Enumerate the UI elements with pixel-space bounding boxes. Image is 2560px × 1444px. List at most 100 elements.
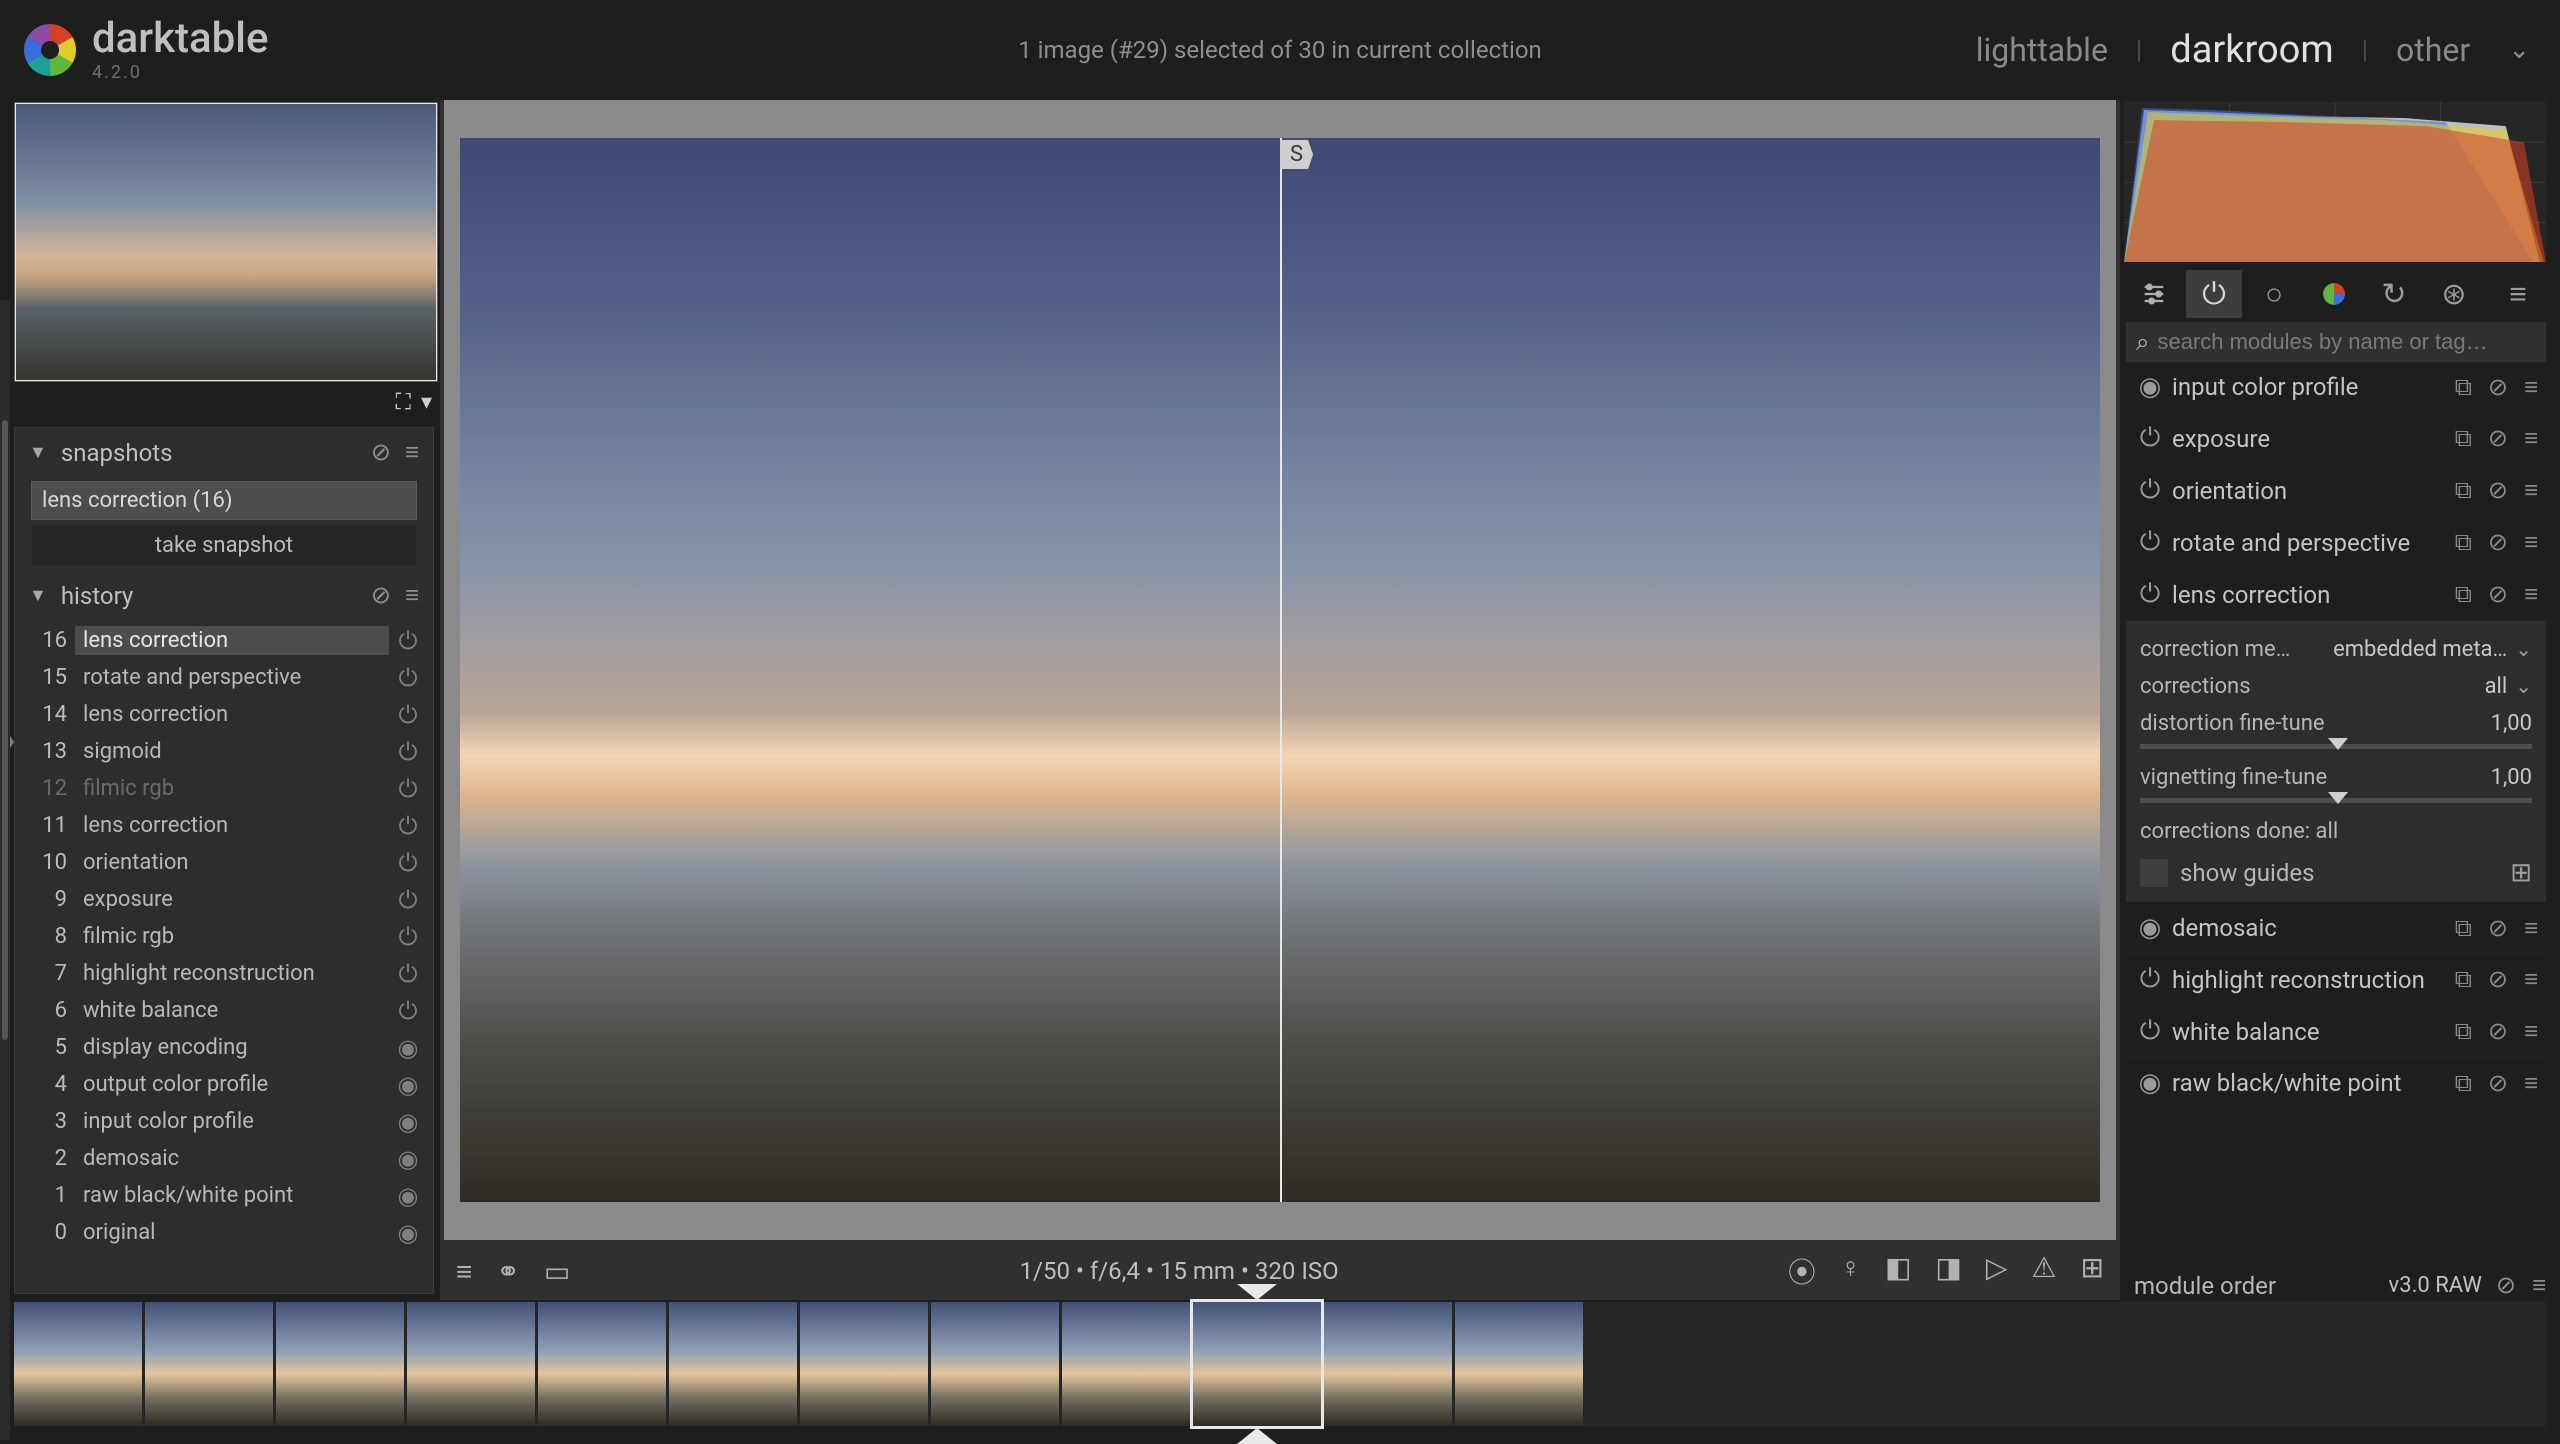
target-icon[interactable]: ◉	[2134, 372, 2166, 402]
history-item[interactable]: 16lens correction⏻	[15, 622, 433, 659]
tab-active-icon[interactable]: ⏻	[2186, 270, 2242, 318]
iso12646-icon[interactable]: ♀	[1840, 1251, 1861, 1291]
module-row[interactable]: ⏻rotate and perspective⧉⊘≡	[2126, 517, 2546, 569]
guides-grid-icon[interactable]: ⊞	[2510, 858, 2532, 888]
tab-base-icon[interactable]: ○	[2246, 270, 2302, 318]
module-row[interactable]: ◉demosaic⧉⊘≡	[2126, 903, 2546, 954]
snapshot-item[interactable]: lens correction (16)	[31, 481, 417, 520]
multi-instance-icon[interactable]: ⧉	[2455, 373, 2472, 402]
presets-icon[interactable]: ≡	[2524, 914, 2538, 943]
filmstrip-thumb[interactable]	[145, 1302, 273, 1426]
gamut-icon[interactable]: ▷	[1986, 1251, 2008, 1291]
reset-icon[interactable]: ⊘	[2488, 965, 2508, 994]
history-item[interactable]: 9exposure⏻	[15, 881, 433, 918]
softproof-icon[interactable]: ⚠	[2031, 1251, 2056, 1291]
power-icon[interactable]: ⏻	[393, 923, 423, 951]
filmstrip-thumb[interactable]	[538, 1302, 666, 1426]
history-item[interactable]: 12filmic rgb⏻	[15, 770, 433, 807]
view-other[interactable]: other	[2396, 31, 2470, 69]
clipping-icon[interactable]: ◨	[1935, 1251, 1961, 1291]
filmstrip-thumb[interactable]	[1324, 1302, 1452, 1426]
filmstrip-thumb[interactable]	[1193, 1302, 1321, 1426]
multi-instance-icon[interactable]: ⧉	[2455, 580, 2472, 609]
history-item[interactable]: 0original◉	[15, 1214, 433, 1251]
filmstrip-thumb[interactable]	[407, 1302, 535, 1426]
power-icon[interactable]: ⏻	[393, 997, 423, 1025]
reset-icon[interactable]: ⊘	[371, 581, 391, 610]
reset-icon[interactable]: ⊘	[2488, 528, 2508, 557]
history-item[interactable]: 6white balance⏻	[15, 992, 433, 1029]
multi-instance-icon[interactable]: ⧉	[2455, 965, 2472, 994]
multi-instance-icon[interactable]: ⧉	[2455, 914, 2472, 943]
target-icon[interactable]: ◉	[2134, 1068, 2166, 1098]
module-row[interactable]: ◉input color profile⧉⊘≡	[2126, 362, 2546, 413]
raw-overexposed-icon[interactable]: ◧	[1885, 1251, 1911, 1291]
history-item[interactable]: 2demosaic◉	[15, 1140, 433, 1177]
distortion-slider[interactable]	[2140, 744, 2532, 749]
reset-icon[interactable]: ⊘	[371, 438, 391, 467]
history-item[interactable]: 8filmic rgb⏻	[15, 918, 433, 955]
presets-icon[interactable]: ≡	[2524, 1069, 2538, 1098]
tab-presets-icon[interactable]: ≡	[2490, 270, 2546, 318]
snapshot-split-tag[interactable]: S	[1280, 140, 1313, 169]
history-header[interactable]: ▼ history ⊘ ≡	[15, 571, 433, 620]
target-icon[interactable]: ◉	[393, 1219, 423, 1247]
target-icon[interactable]: ◉	[393, 1145, 423, 1173]
filmstrip-thumb[interactable]	[276, 1302, 404, 1426]
power-icon[interactable]: ⏻	[2134, 527, 2166, 558]
filmstrip-thumb[interactable]	[14, 1302, 142, 1426]
power-icon[interactable]: ⏻	[2134, 579, 2166, 610]
power-icon[interactable]: ⏻	[393, 627, 423, 655]
fullscreen-icon[interactable]: ⛶	[396, 390, 411, 415]
power-icon[interactable]: ⏻	[393, 664, 423, 692]
presets-icon[interactable]: ≡	[2524, 424, 2538, 453]
presets-icon[interactable]: ≡	[2524, 373, 2538, 402]
second-window-icon[interactable]: ▭	[544, 1255, 570, 1288]
history-item[interactable]: 7highlight reconstruction⏻	[15, 955, 433, 992]
collapse-icon[interactable]: ▾	[421, 390, 432, 415]
tab-color-icon[interactable]	[2306, 270, 2362, 318]
guides-icon[interactable]: ⊞	[2081, 1251, 2104, 1291]
presets-icon[interactable]: ≡	[2524, 528, 2538, 557]
reset-icon[interactable]: ⊘	[2488, 373, 2508, 402]
filmstrip-thumb[interactable]	[1062, 1302, 1190, 1426]
filmstrip-thumb[interactable]	[931, 1302, 1059, 1426]
power-icon[interactable]: ⏻	[2134, 423, 2166, 454]
presets-icon[interactable]: ≡	[2524, 965, 2538, 994]
power-icon[interactable]: ⏻	[393, 849, 423, 877]
tab-effect-icon[interactable]: ⊛	[2426, 270, 2482, 318]
presets-icon[interactable]: ≡	[2524, 580, 2538, 609]
history-item[interactable]: 5display encoding◉	[15, 1029, 433, 1066]
target-icon[interactable]: ◉	[393, 1182, 423, 1210]
styles-icon[interactable]: ⚭	[496, 1255, 519, 1288]
quick-access-icon[interactable]: ≡	[456, 1255, 472, 1288]
left-scrollbar[interactable]	[0, 300, 10, 1440]
multi-instance-icon[interactable]: ⧉	[2455, 424, 2472, 453]
menu-icon[interactable]: ≡	[405, 438, 419, 467]
history-item[interactable]: 3input color profile◉	[15, 1103, 433, 1140]
target-icon[interactable]: ◉	[393, 1108, 423, 1136]
reset-icon[interactable]: ⊘	[2488, 424, 2508, 453]
history-item[interactable]: 10orientation⏻	[15, 844, 433, 881]
filmstrip-thumb[interactable]	[1455, 1302, 1583, 1426]
navigation-thumbnail[interactable]	[14, 102, 438, 382]
filmstrip[interactable]	[14, 1302, 2546, 1426]
reset-icon[interactable]: ⊘	[2496, 1271, 2516, 1300]
power-icon[interactable]: ⏻	[393, 701, 423, 729]
presets-icon[interactable]: ≡	[2524, 476, 2538, 505]
power-icon[interactable]: ⏻	[2134, 964, 2166, 995]
power-icon[interactable]: ⏻	[393, 960, 423, 988]
corrections[interactable]: correctionsall⌄	[2140, 668, 2532, 705]
power-icon[interactable]: ⏻	[393, 775, 423, 803]
search-input[interactable]	[2157, 329, 2536, 355]
history-item[interactable]: 13sigmoid⏻	[15, 733, 433, 770]
module-row[interactable]: ⏻highlight reconstruction⧉⊘≡	[2126, 954, 2546, 1006]
multi-instance-icon[interactable]: ⧉	[2455, 1069, 2472, 1098]
module-order[interactable]: module order v3.0 RAW ⊘ ≡	[2120, 1259, 2560, 1300]
correction-method[interactable]: correction me…embedded meta…⌄	[2140, 631, 2532, 668]
history-item[interactable]: 11lens correction⏻	[15, 807, 433, 844]
reset-icon[interactable]: ⊘	[2488, 580, 2508, 609]
take-snapshot-button[interactable]: take snapshot	[31, 524, 417, 567]
histogram[interactable]	[2124, 102, 2546, 262]
power-icon[interactable]: ⏻	[393, 886, 423, 914]
